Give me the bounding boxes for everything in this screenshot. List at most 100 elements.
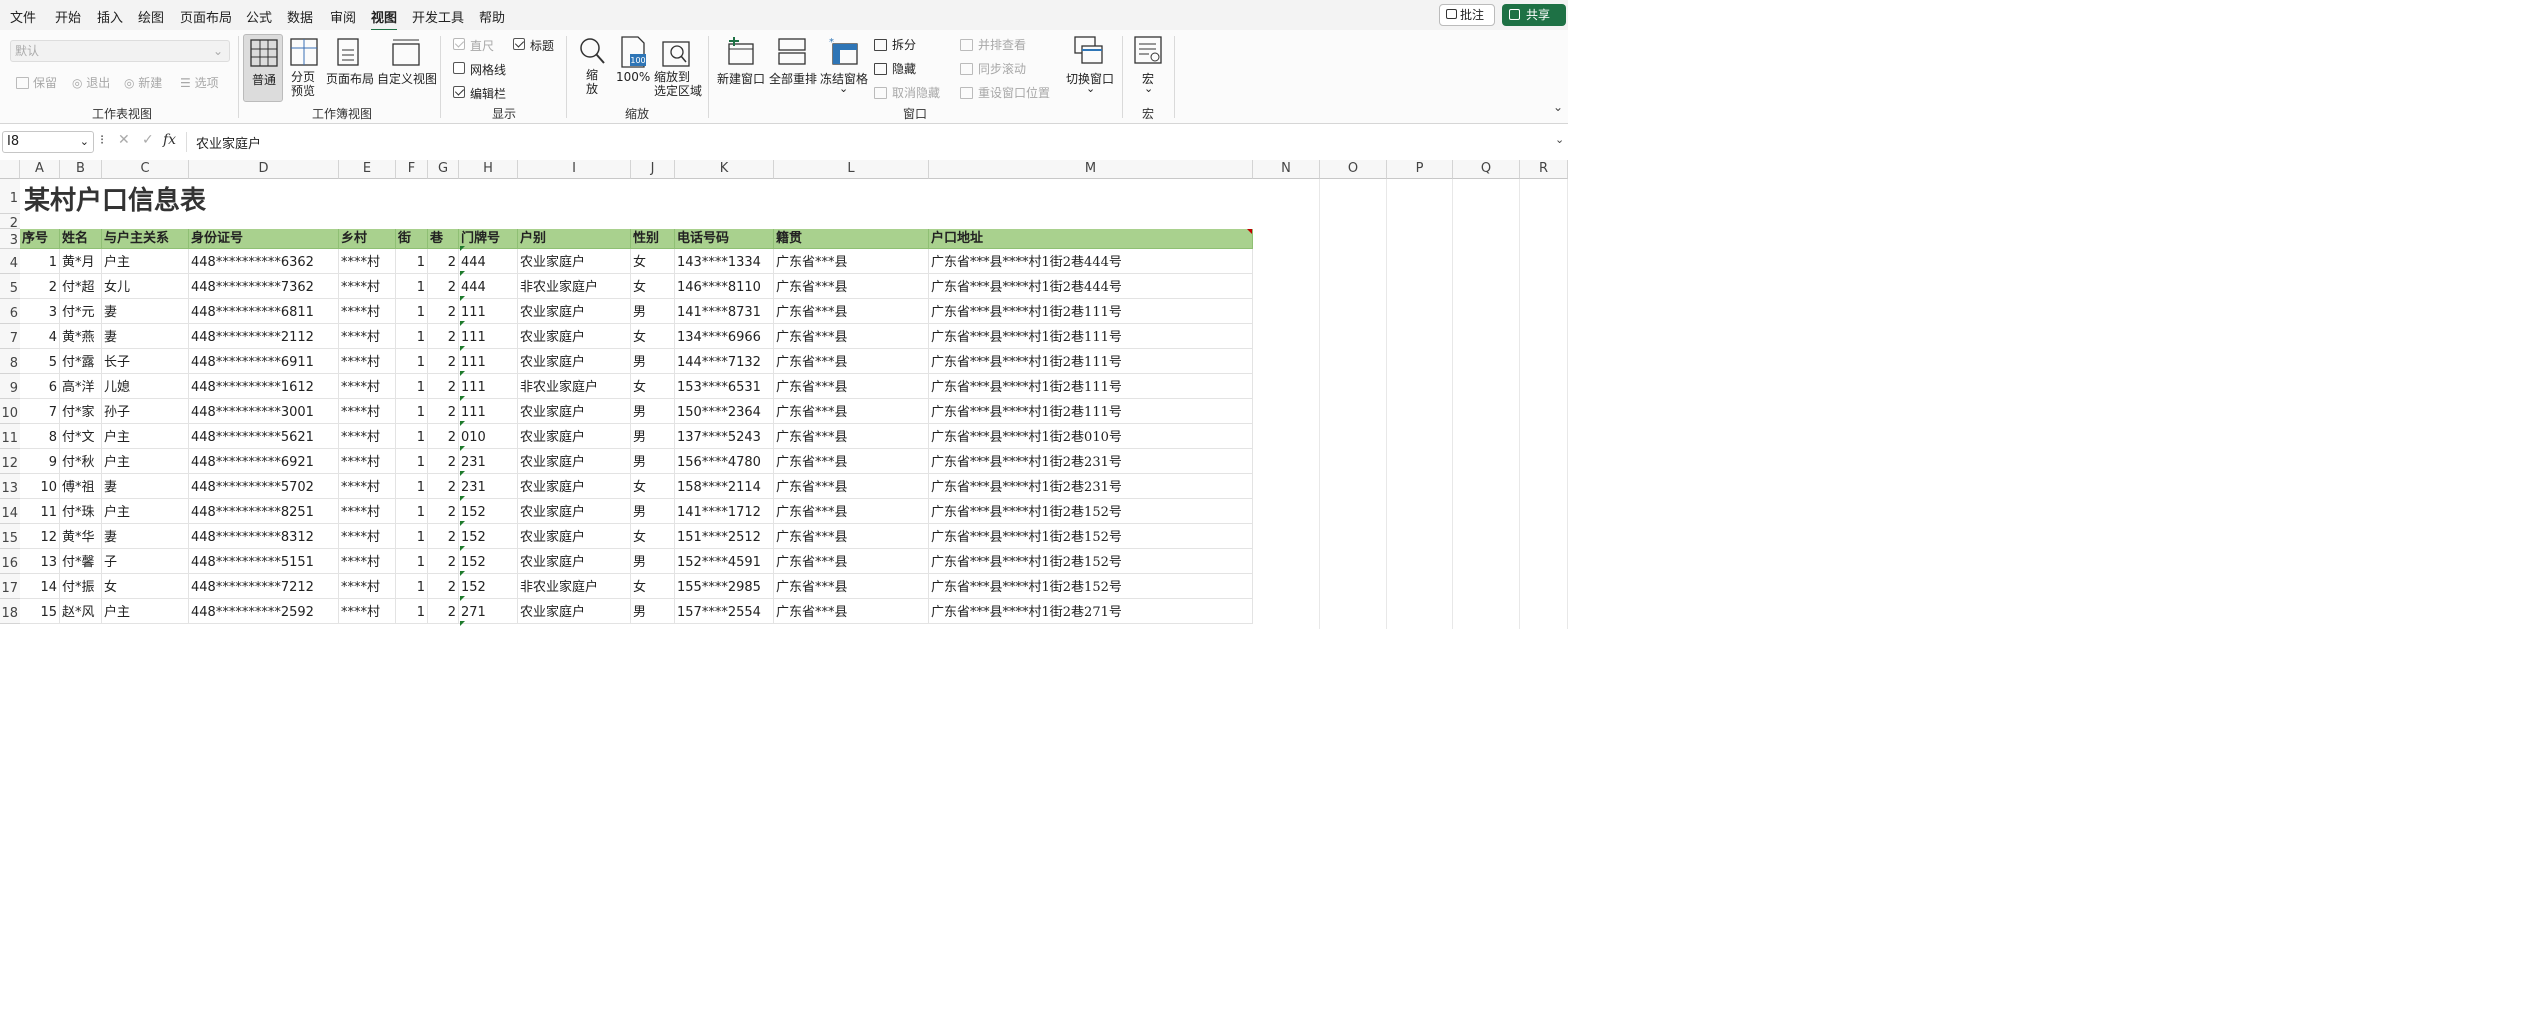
table-cell[interactable]: 广东省***县****村1街2巷111号 bbox=[929, 324, 1253, 349]
table-cell[interactable]: ****村 bbox=[339, 249, 396, 274]
column-header[interactable]: E bbox=[339, 160, 396, 179]
table-cell[interactable]: 付*元 bbox=[60, 299, 102, 324]
table-cell[interactable]: 141****8731 bbox=[675, 299, 774, 324]
table-cell[interactable]: 448**********6362 bbox=[189, 249, 339, 274]
table-cell[interactable]: ****村 bbox=[339, 499, 396, 524]
table-cell[interactable]: 赵*风 bbox=[60, 599, 102, 624]
table-header-cell[interactable]: 身份证号 bbox=[189, 229, 339, 249]
column-header[interactable]: K bbox=[675, 160, 774, 179]
table-cell[interactable]: 448**********8251 bbox=[189, 499, 339, 524]
table-cell[interactable]: 448**********6811 bbox=[189, 299, 339, 324]
table-cell[interactable]: 女 bbox=[631, 524, 675, 549]
table-cell[interactable]: 广东省***县 bbox=[774, 449, 929, 474]
table-cell[interactable]: 6 bbox=[20, 374, 60, 399]
table-cell[interactable]: 付*文 bbox=[60, 424, 102, 449]
table-cell[interactable]: 1 bbox=[396, 424, 428, 449]
menu-item[interactable]: 开始 bbox=[55, 7, 81, 26]
table-cell[interactable]: 农业家庭户 bbox=[518, 524, 631, 549]
table-cell[interactable]: 非农业家庭户 bbox=[518, 574, 631, 599]
table-cell[interactable]: 5 bbox=[20, 349, 60, 374]
table-cell[interactable]: 150****2364 bbox=[675, 399, 774, 424]
table-cell[interactable]: 广东省***县 bbox=[774, 274, 929, 299]
table-header-cell[interactable]: 姓名 bbox=[60, 229, 102, 249]
select-all-corner[interactable] bbox=[0, 160, 20, 179]
row-header[interactable]: 16 bbox=[0, 549, 20, 574]
table-cell[interactable]: 女 bbox=[631, 274, 675, 299]
table-cell[interactable]: 农业家庭户 bbox=[518, 349, 631, 374]
table-cell[interactable]: 1 bbox=[396, 599, 428, 624]
split-button[interactable]: 拆分 bbox=[874, 36, 916, 53]
table-cell[interactable]: 2 bbox=[428, 549, 459, 574]
table-header-cell[interactable]: 与户主关系 bbox=[102, 229, 189, 249]
table-cell[interactable]: 女 bbox=[102, 574, 189, 599]
table-cell[interactable]: 广东省***县****村1街2巷152号 bbox=[929, 549, 1253, 574]
table-cell[interactable]: 111 bbox=[459, 349, 518, 374]
table-cell[interactable]: 448**********3001 bbox=[189, 399, 339, 424]
table-cell[interactable]: 付*超 bbox=[60, 274, 102, 299]
table-cell[interactable]: 长子 bbox=[102, 349, 189, 374]
table-cell[interactable]: 广东省***县****村1街2巷152号 bbox=[929, 574, 1253, 599]
row-header[interactable]: 12 bbox=[0, 449, 20, 474]
table-cell[interactable]: 1 bbox=[396, 349, 428, 374]
table-cell[interactable]: 144****7132 bbox=[675, 349, 774, 374]
menu-item[interactable]: 公式 bbox=[246, 7, 272, 26]
table-cell[interactable]: 2 bbox=[428, 524, 459, 549]
table-cell[interactable]: 妻 bbox=[102, 324, 189, 349]
table-cell[interactable]: 1 bbox=[396, 324, 428, 349]
table-cell[interactable]: 广东省***县 bbox=[774, 599, 929, 624]
menu-item[interactable]: 视图 bbox=[371, 7, 398, 31]
table-cell[interactable]: 广东省***县****村1街2巷271号 bbox=[929, 599, 1253, 624]
table-cell[interactable]: 广东省***县 bbox=[774, 249, 929, 274]
new-view-button[interactable]: ◎ 新建 bbox=[124, 74, 162, 91]
table-cell[interactable]: 广东省***县 bbox=[774, 499, 929, 524]
row-header[interactable]: 8 bbox=[0, 349, 20, 374]
table-header-cell[interactable]: 街 bbox=[396, 229, 428, 249]
custom-view-button[interactable]: 自定义视图 bbox=[376, 34, 437, 102]
table-cell[interactable]: 广东省***县****村1街2巷010号 bbox=[929, 424, 1253, 449]
function-icon[interactable]: fx bbox=[163, 132, 176, 148]
table-cell[interactable]: 448**********7212 bbox=[189, 574, 339, 599]
table-cell[interactable]: 农业家庭户 bbox=[518, 249, 631, 274]
comment-button[interactable]: 批注 bbox=[1439, 4, 1495, 26]
table-cell[interactable]: ****村 bbox=[339, 324, 396, 349]
table-cell[interactable]: 广东省***县 bbox=[774, 299, 929, 324]
table-cell[interactable]: 137****5243 bbox=[675, 424, 774, 449]
table-cell[interactable]: 女 bbox=[631, 574, 675, 599]
table-cell[interactable]: 111 bbox=[459, 399, 518, 424]
table-cell[interactable]: 户主 bbox=[102, 424, 189, 449]
table-cell[interactable]: 高*洋 bbox=[60, 374, 102, 399]
table-cell[interactable]: 143****1334 bbox=[675, 249, 774, 274]
table-cell[interactable]: 户主 bbox=[102, 599, 189, 624]
formula-input[interactable]: 农业家庭户 bbox=[196, 133, 261, 152]
table-cell[interactable]: 2 bbox=[428, 324, 459, 349]
table-cell[interactable]: 妻 bbox=[102, 299, 189, 324]
table-cell[interactable]: 146****8110 bbox=[675, 274, 774, 299]
formula-bar-checkbox[interactable] bbox=[453, 86, 465, 98]
table-cell[interactable]: ****村 bbox=[339, 374, 396, 399]
table-cell[interactable]: 448**********8312 bbox=[189, 524, 339, 549]
unhide-button[interactable]: 取消隐藏 bbox=[874, 84, 940, 101]
table-cell[interactable]: 户主 bbox=[102, 499, 189, 524]
table-cell[interactable]: 孙子 bbox=[102, 399, 189, 424]
table-cell[interactable]: 女儿 bbox=[102, 274, 189, 299]
table-header-cell[interactable]: 乡村 bbox=[339, 229, 396, 249]
row-header[interactable]: 6 bbox=[0, 299, 20, 324]
share-button[interactable]: 共享 bbox=[1502, 4, 1566, 26]
table-cell[interactable]: ****村 bbox=[339, 274, 396, 299]
table-cell[interactable]: 1 bbox=[396, 399, 428, 424]
arrange-all-button[interactable]: 全部重排 bbox=[768, 34, 818, 102]
row-header[interactable]: 3 bbox=[0, 229, 20, 249]
zoom-100-button[interactable]: 100 100% bbox=[614, 34, 650, 102]
table-cell[interactable]: 13 bbox=[20, 549, 60, 574]
zoom-button[interactable]: 缩 放 bbox=[576, 34, 608, 102]
table-cell[interactable]: 女 bbox=[631, 474, 675, 499]
table-cell[interactable]: 农业家庭户 bbox=[518, 599, 631, 624]
table-header-cell[interactable]: 巷 bbox=[428, 229, 459, 249]
table-header-cell[interactable]: 性别 bbox=[631, 229, 675, 249]
row-header[interactable]: 5 bbox=[0, 274, 20, 299]
keep-button[interactable]: 保留 bbox=[16, 74, 57, 91]
table-cell[interactable]: 444 bbox=[459, 249, 518, 274]
table-cell[interactable]: 傅*祖 bbox=[60, 474, 102, 499]
table-cell[interactable]: 157****2554 bbox=[675, 599, 774, 624]
column-header[interactable]: N bbox=[1253, 160, 1320, 179]
